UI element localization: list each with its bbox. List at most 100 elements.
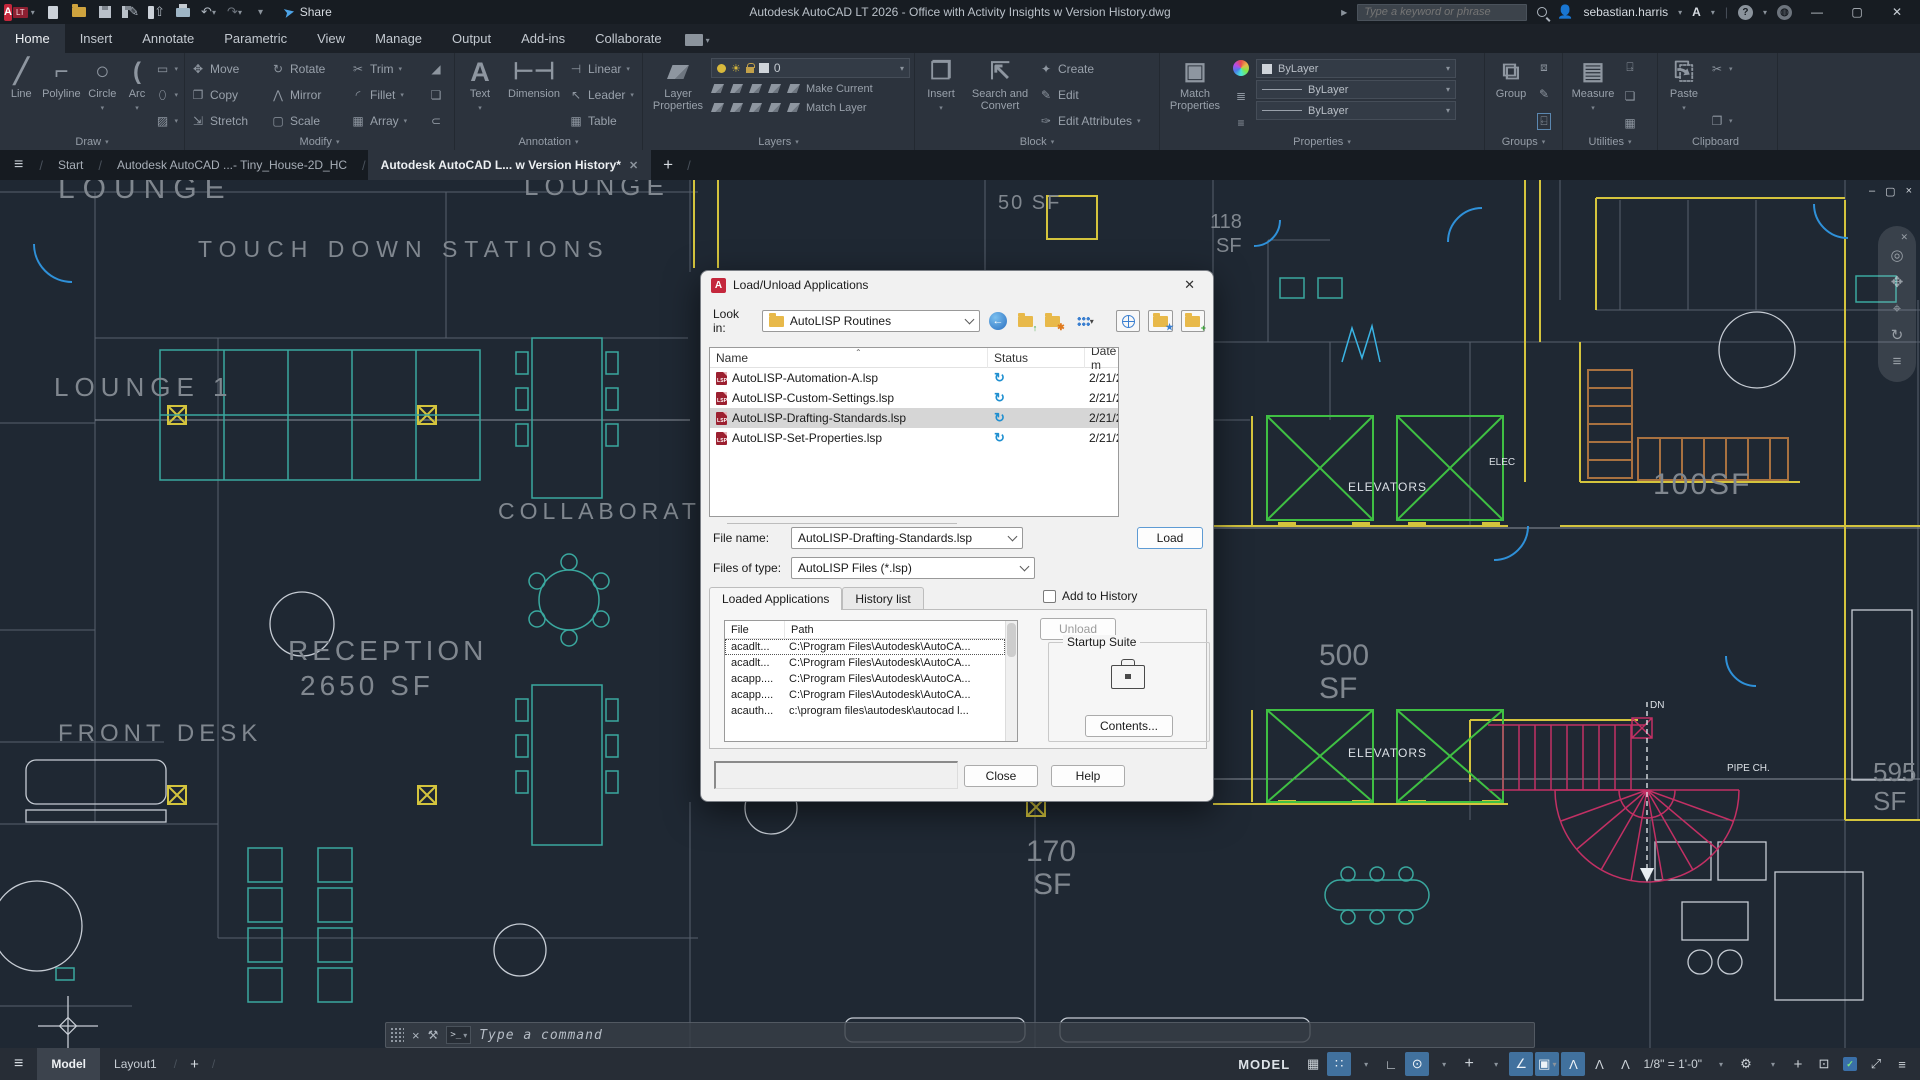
select-all-icon[interactable]: ❏	[1623, 89, 1637, 103]
layer-unisolate-icon[interactable]	[730, 103, 743, 112]
close-button[interactable]: ✕	[1882, 5, 1912, 19]
tab-loaded-applications[interactable]: Loaded Applications	[709, 587, 842, 610]
osnap-tracking-toggle[interactable]: ∠	[1509, 1052, 1533, 1076]
make-current-button[interactable]: Make Current	[806, 83, 873, 95]
layer-freeze-icon[interactable]	[749, 84, 762, 93]
isometric-chevron-icon[interactable]: ▾	[1483, 1052, 1507, 1076]
group-select-icon[interactable]: ⍇	[1537, 113, 1551, 130]
make-current-icon[interactable]	[787, 84, 800, 93]
loaded-row[interactable]: acadlt...C:\Program Files\Autodesk\AutoC…	[725, 655, 1005, 671]
ellipse-tool[interactable]: ⬯▾	[155, 86, 178, 104]
autodesk-logo-icon[interactable]: A	[1692, 5, 1701, 19]
annotation-autoscale-toggle[interactable]: Λ	[1587, 1052, 1611, 1076]
tab-add-ins[interactable]: Add-ins	[506, 24, 580, 53]
files-of-type-select[interactable]: AutoLISP Files (*.lsp)	[791, 557, 1035, 579]
match-properties-button[interactable]: ▣ Match Properties	[1164, 57, 1226, 133]
tab-history-list[interactable]: History list	[842, 587, 923, 610]
paste-button[interactable]: ⎘ Paste▾	[1662, 57, 1706, 133]
rotate-button[interactable]: ↻Rotate	[271, 60, 345, 78]
ortho-toggle[interactable]: ∟	[1379, 1052, 1403, 1076]
table-button[interactable]: ▦Table	[569, 112, 634, 130]
ungroup-icon[interactable]: ⧈	[1537, 60, 1551, 75]
polyline-button[interactable]: ⌐ Polyline	[40, 57, 82, 133]
rectangle-tool[interactable]: ▭▾	[155, 60, 178, 78]
fillet-button[interactable]: ◜Fillet▾	[351, 86, 423, 104]
notifications-icon[interactable]: ◍	[1777, 5, 1792, 20]
close-tab-icon[interactable]: ✕	[629, 159, 638, 172]
quick-calc-icon[interactable]: ▦	[1623, 116, 1637, 130]
polar-chevron-icon[interactable]: ▾	[1431, 1052, 1455, 1076]
layer-isolate-icon[interactable]	[730, 84, 743, 93]
mirror-button[interactable]: ⋀Mirror	[271, 86, 345, 104]
share-button[interactable]: ➤ Share	[283, 4, 332, 21]
grid-toggle[interactable]: ▦	[1301, 1052, 1325, 1076]
favorites-button[interactable]: ★	[1148, 310, 1172, 332]
save-button[interactable]	[96, 5, 113, 20]
file-row[interactable]: AutoLISP-Set-Properties.lsp ↻ 2/21/20	[710, 428, 1118, 448]
viewport-minimize-icon[interactable]: –	[1869, 185, 1875, 198]
open-file-button[interactable]	[70, 5, 87, 20]
navbar-close-icon[interactable]: ✕	[1900, 232, 1908, 243]
panel-label-block[interactable]: Block	[915, 133, 1159, 150]
column-file[interactable]: File	[725, 621, 785, 638]
panel-label-clipboard[interactable]: Clipboard	[1658, 133, 1777, 150]
command-prompt-icon[interactable]: >_▾	[446, 1026, 471, 1044]
zoom-icon[interactable]: ⌖	[1893, 300, 1901, 317]
arc-button[interactable]: ( Arc▾	[122, 57, 151, 133]
panel-label-utilities[interactable]: Utilities	[1563, 133, 1657, 150]
layer-select[interactable]: ☀ 0 ▾	[711, 58, 910, 78]
command-line[interactable]: × ⚒ >_▾ Type a command	[385, 1022, 1535, 1048]
quick-select-icon[interactable]: ⍈	[1623, 60, 1637, 75]
group-button[interactable]: ⧉ Group	[1489, 57, 1533, 133]
clean-screen-icon[interactable]: ⤢	[1864, 1052, 1888, 1076]
tab-start[interactable]: Start	[45, 150, 96, 180]
tab-parametric[interactable]: Parametric	[209, 24, 302, 53]
stretch-button[interactable]: ⇲Stretch	[191, 112, 265, 130]
loaded-applications-list[interactable]: File Path acadlt...C:\Program Files\Auto…	[724, 620, 1018, 742]
customization-menu-icon[interactable]: ≡	[1890, 1052, 1914, 1076]
minimize-button[interactable]: —	[1802, 5, 1832, 19]
scale-button[interactable]: ▢Scale	[271, 112, 345, 130]
viewport-restore-icon[interactable]: ▢	[1885, 185, 1895, 198]
tab-manage[interactable]: Manage	[360, 24, 437, 53]
measure-button[interactable]: ▤ Measure▾	[1567, 57, 1619, 133]
splitter[interactable]	[727, 523, 957, 524]
command-close-icon[interactable]: ×	[404, 1028, 428, 1043]
loaded-row[interactable]: acapp....C:\Program Files\Autodesk\AutoC…	[725, 687, 1005, 703]
dialog-title-bar[interactable]: A Load/Unload Applications ✕	[701, 271, 1213, 299]
loaded-row[interactable]: acauth...c:\program files\autodesk\autoc…	[725, 703, 1005, 719]
file-row[interactable]: AutoLISP-Custom-Settings.lsp ↻ 2/21/20	[710, 388, 1118, 408]
file-row[interactable]: AutoLISP-Automation-A.lsp ↻ 2/21/20	[710, 368, 1118, 388]
array-button[interactable]: ▦Array▾	[351, 112, 423, 130]
snap-toggle[interactable]: ∷	[1327, 1052, 1351, 1076]
panel-label-draw[interactable]: Draw	[0, 133, 184, 150]
app-logo[interactable]: A LT ▾	[4, 3, 34, 21]
linear-button[interactable]: ⊣Linear▾	[569, 60, 634, 78]
tab-output[interactable]: Output	[437, 24, 506, 53]
viewport-close-icon[interactable]: ×	[1906, 185, 1912, 198]
dialog-close-icon[interactable]: ✕	[1176, 275, 1203, 295]
cut-button[interactable]: ✂▾	[1710, 60, 1733, 78]
lineweight-select[interactable]: ByLayer ▾	[1256, 80, 1456, 99]
list-scrollbar[interactable]	[1005, 621, 1017, 741]
annotation-visibility-toggle[interactable]: Λ	[1561, 1052, 1585, 1076]
command-customize-icon[interactable]: ⚒	[428, 1028, 447, 1042]
copy-button[interactable]: ❐Copy	[191, 86, 265, 104]
annotation-monitor-icon[interactable]: +	[1786, 1052, 1810, 1076]
annotation-scale-value[interactable]: 1/8" = 1'-0"	[1639, 1057, 1706, 1071]
column-date[interactable]: Date m	[1085, 348, 1119, 368]
search-convert-button[interactable]: ⇱ Search and Convert	[965, 57, 1035, 133]
layer-unlock-icon[interactable]	[768, 103, 781, 112]
sort-ascending-icon[interactable]: ⌃	[855, 348, 862, 357]
hatch-tool[interactable]: ▨▾	[155, 112, 178, 130]
model-space-badge[interactable]: MODEL	[1235, 1052, 1293, 1076]
drawing-tabs-menu-icon[interactable]: ≡	[0, 156, 37, 174]
tab-view[interactable]: View	[302, 24, 360, 53]
layout-menu-icon[interactable]: ≡	[0, 1055, 37, 1073]
back-button[interactable]: ←	[988, 311, 1007, 331]
loaded-row[interactable]: acapp....C:\Program Files\Autodesk\AutoC…	[725, 671, 1005, 687]
lineweight-list-icon[interactable]: ≡	[1234, 116, 1248, 130]
tab-collaborate[interactable]: Collaborate	[580, 24, 677, 53]
isolate-objects-icon[interactable]: ⊡	[1812, 1052, 1836, 1076]
file-name-input[interactable]: AutoLISP-Drafting-Standards.lsp	[791, 527, 1023, 549]
